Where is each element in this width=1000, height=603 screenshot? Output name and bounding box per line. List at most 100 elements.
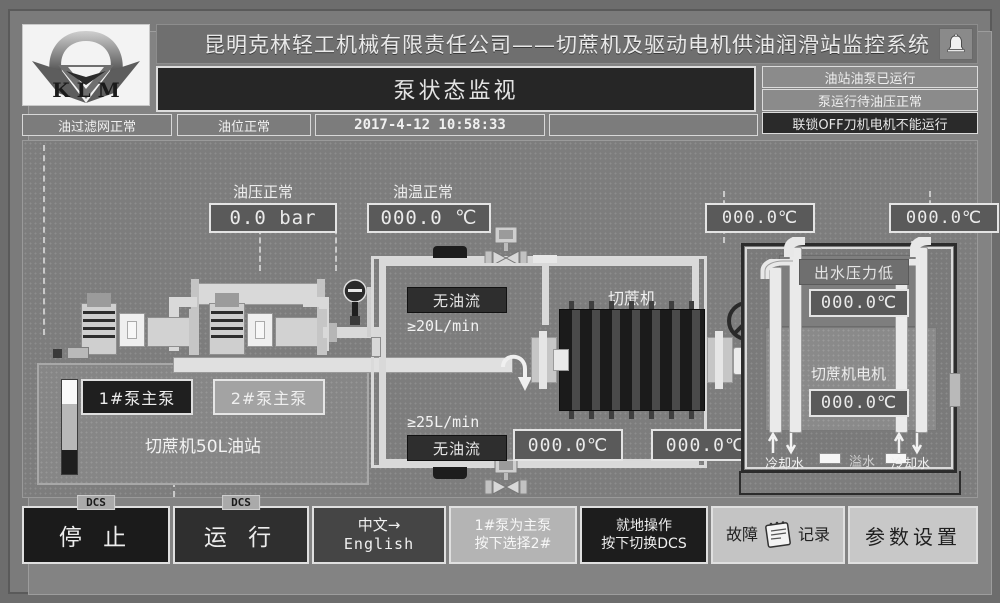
flowmeter-top-icon: [433, 246, 467, 258]
pump1-fin: [83, 319, 115, 322]
status-oil-level: 油位正常: [177, 114, 311, 136]
rotation-arrow-icon: [501, 354, 532, 391]
language-toggle-button[interactable]: 中文→ English: [312, 506, 446, 564]
water-elbow-2-icon: [784, 237, 806, 257]
pump2-status[interactable]: 2#泵主泵: [213, 379, 325, 415]
level-seg-high: [62, 380, 77, 405]
cooling-enclosure: [739, 471, 961, 495]
run-button[interactable]: DCS 运 行: [173, 495, 309, 564]
pump1-fin: [83, 311, 115, 314]
oil-pressure-label: 油压正常: [233, 183, 294, 201]
water-elbow-4-icon: [910, 237, 932, 257]
stop-button[interactable]: DCS 停 止: [22, 495, 170, 564]
notebook-icon: [765, 521, 791, 548]
cooling-arrows-left-icon: [767, 431, 797, 455]
cooling-water-left-label: 冷却水: [765, 457, 805, 472]
pump2-body: [275, 317, 321, 347]
pump-select-line1: 1#泵为主泵: [474, 518, 552, 534]
cooling-water-right-label: 冷却水: [891, 457, 931, 472]
bell-glyph: [947, 33, 965, 53]
pump1-outlet-flange: [189, 309, 199, 355]
pressure-transmitter-icon: [343, 279, 367, 325]
header: K L M 昆明克林轻工机械有限责任公司——切蔗机及驱动电机供油润滑站监控系统 …: [22, 24, 978, 134]
datetime-display: 2017-4-12 10:58:33: [315, 114, 545, 136]
page-title-bar: 泵状态监视: [156, 66, 756, 112]
run-button-label: 运 行: [203, 525, 279, 551]
language-line1: 中文→: [357, 516, 401, 534]
control-valve-bottom-icon: [484, 459, 528, 495]
status-blank: [549, 114, 758, 136]
loop-left-pipe: [379, 259, 386, 465]
shaft-left: [553, 349, 569, 371]
pump1-body: [147, 317, 193, 347]
level-seg-low: [62, 449, 77, 474]
pump2-motor-cap: [215, 293, 239, 307]
oil-pressure-value: 0.0 bar: [209, 203, 337, 233]
pump1-fin: [83, 335, 115, 338]
flow-spec-bottom: ≥25L/min: [407, 413, 480, 431]
flowmeter-bottom-icon: [433, 467, 467, 479]
right-edge-connector: [949, 373, 961, 407]
pump1-coupling-win: [127, 321, 137, 339]
pump2-fin: [211, 327, 243, 330]
temp-display-cutter-left: 000.0℃: [513, 429, 623, 461]
logo-text: K L M: [52, 78, 120, 102]
run-dcs-tag: DCS: [222, 495, 260, 510]
oil-temp-label: 油温正常: [393, 183, 454, 201]
company-title-bar: 昆明克林轻工机械有限责任公司——切蔗机及驱动电机供油润滑站监控系统: [156, 24, 978, 64]
pump2-fin: [211, 335, 243, 338]
loop-left-port: [371, 337, 381, 357]
overflow-lamp-left: [819, 453, 841, 464]
flow-status-top: 无油流: [407, 287, 507, 313]
discharge-flange: [329, 323, 337, 342]
company-logo: K L M: [22, 24, 150, 106]
dcs-switch-line2: 按下切换DCS: [601, 536, 687, 552]
exchanger-elbow-right: [303, 297, 329, 307]
language-line2: English: [343, 535, 415, 553]
water-riser-1: [769, 267, 782, 433]
process-diagram: 油压正常 0.0 bar 油温正常 000.0 ℃ 000.0℃ 000.0℃ …: [22, 140, 999, 498]
water-pressure-status: 出水压力低: [799, 259, 909, 285]
fault-log-button[interactable]: 故障 记录: [711, 506, 845, 564]
page-title: 泵状态监视: [393, 79, 519, 104]
fault-log-left-label: 故障: [725, 525, 758, 544]
cutter-machine-body: [559, 309, 705, 411]
parameter-settings-button[interactable]: 参数设置: [848, 506, 978, 564]
signal-line: [43, 145, 45, 335]
tank-sensor-box: [67, 347, 89, 359]
pump1-motor-cap: [87, 293, 111, 307]
parameter-settings-label: 参数设置: [865, 524, 961, 549]
oil-station-label: 切蔗机50L油站: [144, 437, 262, 457]
dcs-switch-button[interactable]: 就地操作 按下切换DCS: [580, 506, 708, 564]
status-oil-filter: 油过滤网正常: [22, 114, 172, 136]
company-title: 昆明克林轻工机械有限责任公司——切蔗机及驱动电机供油润滑站监控系统: [204, 33, 930, 57]
bearing-right-shaft: [715, 331, 723, 389]
water-elbow-1-icon: [760, 259, 793, 279]
pump1-status[interactable]: 1#泵主泵: [81, 379, 193, 415]
motor-temp-value: 000.0℃: [809, 389, 909, 417]
cooling-arrows-right-icon: [893, 431, 923, 455]
pump2-fin: [211, 311, 243, 314]
dcs-switch-line1: 就地操作: [616, 518, 672, 534]
pump-select-line2: 按下选择2#: [474, 536, 552, 552]
pump-select-button[interactable]: 1#泵为主泵 按下选择2#: [449, 506, 577, 564]
flow-status-bottom: 无油流: [407, 435, 507, 461]
control-valve-top-icon: [484, 227, 528, 263]
temp-display-top-mid: 000.0℃: [705, 203, 815, 233]
stop-button-label: 停 止: [58, 525, 134, 551]
temp-display-top-right: 000.0℃: [889, 203, 999, 233]
pump2-fin: [211, 319, 243, 322]
status-pump-wait-pressure: 泵运行待油压正常: [762, 89, 978, 111]
flow-spec-top: ≥20L/min: [407, 317, 480, 335]
hmi-screen: K L M 昆明克林轻工机械有限责任公司——切蔗机及驱动电机供油润滑站监控系统 …: [0, 0, 1000, 603]
loop-branch-tee: [533, 255, 557, 263]
tank-sensor-dot: [53, 349, 62, 358]
oil-temp-value: 000.0 ℃: [367, 203, 491, 233]
exchanger-elbow-left: [169, 297, 197, 307]
status-pump-running: 油站油泵已运行: [762, 66, 978, 88]
pump2-coupling-win: [255, 321, 265, 339]
oil-level-gauge: [61, 379, 78, 475]
bell-icon[interactable]: [939, 28, 973, 60]
stop-dcs-tag: DCS: [77, 495, 115, 510]
fault-log-right-label: 记录: [798, 525, 831, 544]
